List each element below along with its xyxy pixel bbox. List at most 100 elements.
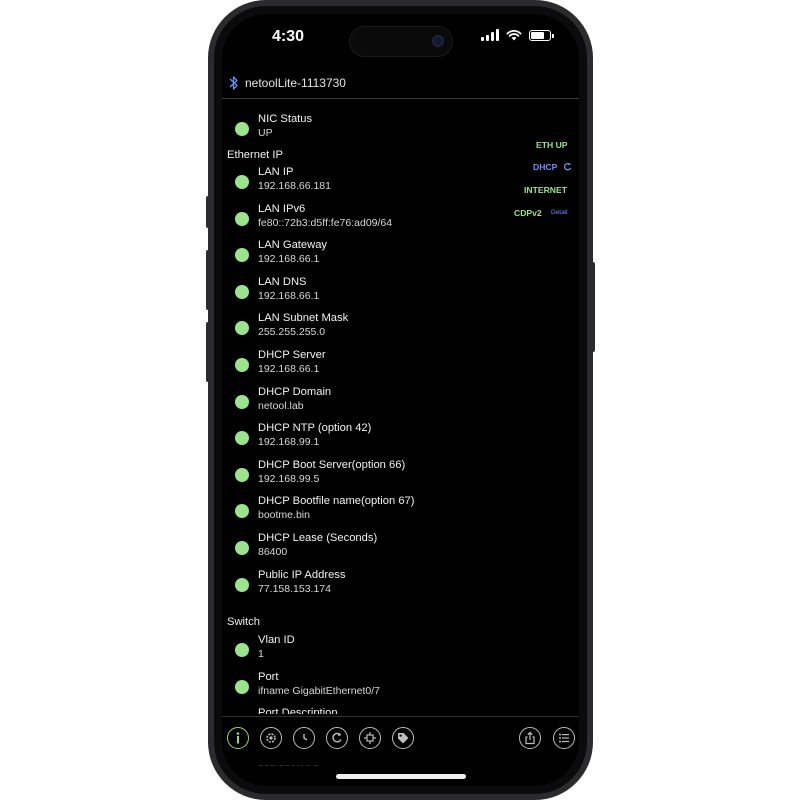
status-indicator: [235, 467, 249, 482]
status-row: LAN IP 192.168.66.181: [222, 166, 502, 200]
row-label: Port: [258, 670, 279, 683]
status-row: DHCP Lease (Seconds) 86400: [222, 532, 502, 566]
settings-gear-icon: [266, 733, 276, 743]
status-row: Port ifname GigabitEthernet0/7: [222, 671, 502, 705]
dynamic-island: [349, 26, 453, 57]
target-icon: [364, 732, 376, 744]
status-row: Port Description: [222, 707, 502, 714]
status-indicator: [235, 211, 249, 226]
status-indicator: [235, 321, 249, 336]
row-label: Port Description: [258, 707, 338, 714]
share-button[interactable]: [519, 727, 541, 749]
row-value: 255.255.255.0: [258, 326, 326, 339]
row-value: netool.lab: [258, 399, 304, 412]
row-value: 192.168.99.1: [258, 436, 320, 449]
status-list: NIC Status UP Ethernet IP LAN IP 192.168.…: [222, 100, 579, 714]
list-button[interactable]: [553, 727, 575, 749]
status-indicator: [235, 643, 249, 657]
dhcp-badge[interactable]: DHCP: [533, 162, 572, 172]
wifi-icon: [506, 29, 522, 41]
refresh-icon: [332, 732, 342, 743]
row-label: LAN Subnet Mask: [258, 312, 349, 325]
history-button[interactable]: [293, 727, 315, 749]
target-button[interactable]: [359, 727, 381, 749]
row-label: NIC Status: [258, 113, 313, 125]
bluetooth-icon[interactable]: [228, 74, 240, 92]
status-row: DHCP NTP (option 42) 192.168.99.1: [222, 422, 502, 456]
row-value: UP: [258, 127, 273, 139]
cellular-signal-icon: [481, 29, 499, 41]
row-label: DHCP Domain: [258, 385, 332, 398]
row-label: Public IP Address: [258, 568, 346, 581]
status-indicator: [235, 504, 249, 519]
tag-icon: [398, 733, 409, 744]
status-row: DHCP Bootfile name(option 67) bootme.bin: [222, 495, 502, 529]
internet-badge: INTERNET: [524, 185, 567, 195]
dhcp-renew-icon[interactable]: [563, 162, 572, 171]
row-label: DHCP NTP (option 42): [258, 422, 372, 435]
row-value: 192.168.99.5: [258, 472, 320, 485]
status-time: 4:30: [272, 28, 305, 45]
tag-button[interactable]: [392, 727, 414, 749]
row-label: DHCP Boot Server(option 66): [258, 458, 406, 471]
row-label: LAN Gateway: [258, 239, 328, 252]
home-indicator[interactable]: [336, 774, 466, 779]
dhcp-label: DHCP: [533, 162, 558, 172]
row-label: DHCP Lease (Seconds): [258, 532, 378, 544]
row-label: DHCP Bootfile name(option 67): [258, 495, 415, 508]
device-name[interactable]: netoolLite-1113730: [245, 76, 346, 90]
status-indicator: [235, 541, 249, 555]
status-icons: [481, 29, 554, 41]
section-ethernet-ip: Ethernet IP: [227, 149, 283, 161]
row-label: DHCP Server: [258, 349, 326, 361]
clock-icon: [303, 734, 308, 741]
row-value: 192.168.66.1: [258, 253, 320, 266]
row-value: fe80::72b3:d5ff:fe76:ad09/64: [258, 216, 393, 229]
section-switch: Switch: [227, 616, 260, 628]
camera-icon: [432, 35, 444, 47]
row-value: 77.158.153.174: [258, 582, 331, 595]
row-value: 1: [258, 648, 264, 660]
status-row: LAN Subnet Mask 255.255.255.0: [222, 312, 502, 346]
status-indicator: [235, 577, 249, 592]
status-indicator: [235, 284, 249, 299]
cdpv2-badge: CDPv2: [514, 208, 542, 218]
status-indicator: [235, 248, 249, 263]
row-value: 192.168.66.1: [258, 363, 320, 375]
settings-button[interactable]: [260, 727, 282, 749]
eth-up-badge: ETH UP: [536, 140, 568, 150]
battery-icon: [529, 29, 554, 41]
bottom-toolbar: [222, 716, 579, 765]
status-row: LAN IPv6 fe80::72b3:d5ff:fe76:ad09/64: [222, 203, 502, 237]
row-value: 192.168.66.1: [258, 289, 320, 302]
row-label: LAN DNS: [258, 275, 307, 288]
row-value: bootme.bin: [258, 509, 310, 522]
row-label: LAN IPv6: [258, 202, 306, 215]
info-icon: [236, 732, 240, 744]
status-indicator: [235, 394, 249, 409]
row-value: 86400: [258, 546, 288, 558]
status-row: DHCP Boot Server(option 66) 192.168.99.5: [222, 459, 502, 493]
status-indicator: [235, 679, 249, 694]
status-row: LAN Gateway 192.168.66.1: [222, 239, 502, 273]
status-row: DHCP Domain netool.lab: [222, 386, 502, 420]
row-value: ifname GigabitEthernet0/7: [258, 684, 380, 697]
status-row: Vlan ID 1: [222, 634, 502, 668]
list-icon: [559, 733, 569, 743]
row-value: 192.168.66.181: [258, 180, 331, 192]
share-icon: [525, 731, 535, 745]
row-label: Vlan ID: [258, 634, 295, 646]
phone-screen: 4:30 netoolLite-1113730 NIC Status UP Et…: [222, 14, 579, 786]
info-button[interactable]: [227, 727, 249, 749]
status-row: DHCP Server 192.168.66.1: [222, 349, 502, 383]
status-indicator: [235, 122, 249, 136]
refresh-button[interactable]: [326, 727, 348, 749]
status-indicator: [235, 358, 249, 372]
status-row: LAN DNS 192.168.66.1: [222, 276, 502, 310]
row-label: LAN IP: [258, 166, 294, 178]
status-indicator: [235, 175, 249, 189]
status-row: Public IP Address 77.158.153.174: [222, 569, 502, 603]
status-indicator: [235, 431, 249, 446]
cdpv2-detail-link[interactable]: Detail: [551, 209, 568, 216]
nic-status-row: NIC Status UP: [222, 113, 502, 147]
